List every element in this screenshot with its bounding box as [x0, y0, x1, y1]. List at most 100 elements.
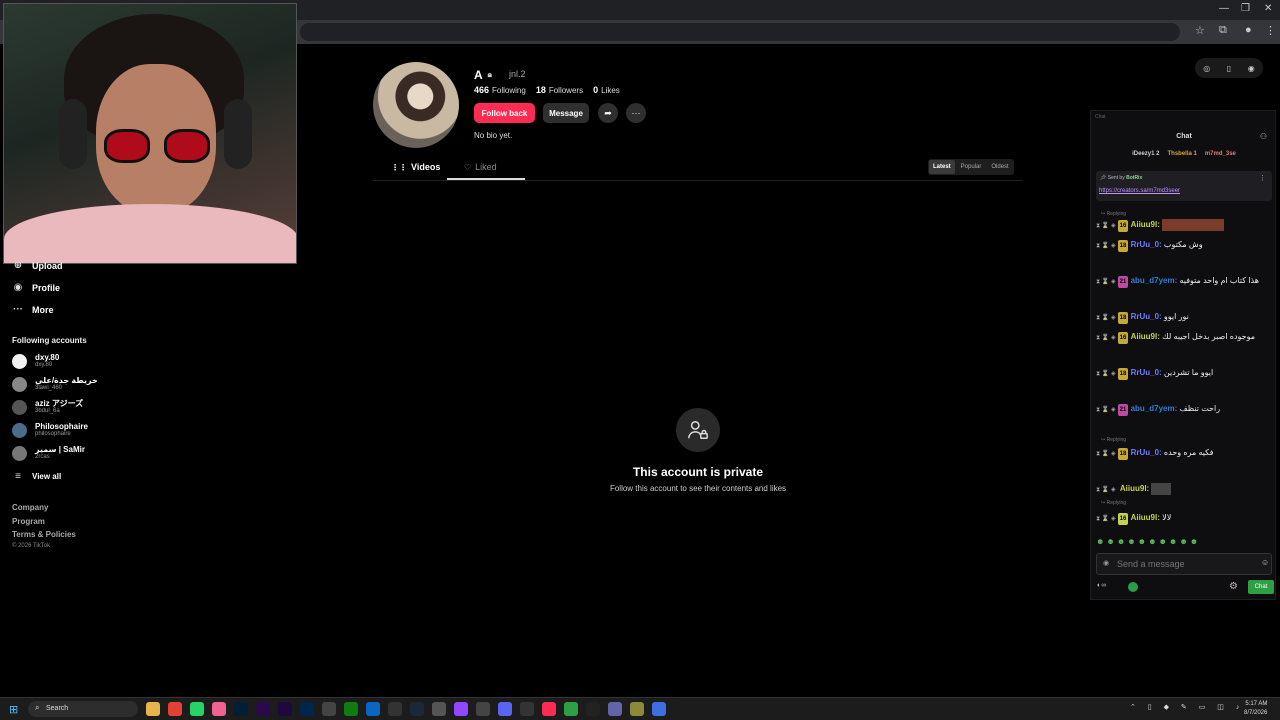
close-button[interactable]: ✕ [1264, 3, 1272, 14]
message-button[interactable]: Message [543, 103, 589, 123]
stat-following[interactable]: 466 Following [474, 85, 526, 95]
app-icon[interactable] [652, 702, 666, 716]
tab-videos[interactable]: ⋮⋮ Videos [391, 162, 440, 172]
app-icon[interactable] [630, 702, 644, 716]
twitch-icon[interactable] [454, 702, 468, 716]
following-account[interactable]: سمير | SaMir 2rcas [12, 445, 85, 461]
compass-icon[interactable]: ◎ [1203, 64, 1210, 73]
account-name: dxy.80 [35, 353, 60, 362]
more-options-button[interactable]: ··· [626, 103, 646, 123]
gifter[interactable]: m7md_3se [1205, 151, 1236, 165]
tab-liked[interactable]: ♡ Liked [464, 162, 497, 172]
footer-terms[interactable]: Terms & Policies [12, 530, 76, 539]
system-tray-icons[interactable]: ⌃ ▯ ◆ ✎ ▭ ◫ ♪ [1130, 703, 1244, 711]
footer-company[interactable]: Company [12, 503, 48, 512]
app-icon[interactable] [564, 702, 578, 716]
tiktok-icon[interactable] [542, 702, 556, 716]
chat-message[interactable]: ⧗ ⌛ ◈ 18 RrUu_0: فكيه مره وحده [1096, 447, 1274, 460]
app-icon[interactable] [388, 702, 402, 716]
steam-icon[interactable] [410, 702, 424, 716]
minimize-button[interactable]: — [1219, 3, 1229, 14]
glasses-right [164, 129, 210, 163]
app-icon[interactable] [520, 702, 534, 716]
chat-input[interactable] [1096, 553, 1272, 575]
chat-send-button[interactable]: Chat [1248, 580, 1274, 594]
device-icon[interactable]: ▯ [1227, 64, 1231, 73]
kebab-menu-icon[interactable]: ⋮ [1265, 24, 1276, 37]
view-all-link[interactable]: ≡ View all [12, 471, 61, 482]
sort-latest[interactable]: Latest [929, 160, 955, 174]
audition-icon[interactable] [300, 702, 314, 716]
following-account[interactable]: خريطة جدة/علي 3lawi_460 [12, 376, 98, 392]
user-list-icon[interactable]: ⚇ [1260, 132, 1267, 141]
gifter[interactable]: Thsbella 1 [1167, 151, 1196, 165]
chat-message[interactable]: ⧗ ⌛ ◈ 18 RrUu_0: نور ايوو [1096, 311, 1274, 324]
app-icon[interactable] [366, 702, 380, 716]
stat-followers[interactable]: 18 Followers [536, 85, 583, 95]
display-name-text: A [474, 68, 483, 82]
profile-avatar[interactable] [373, 62, 459, 148]
emote-picker-icon[interactable]: ☺ [1261, 558, 1269, 567]
following-account[interactable]: Philosophaire philosophaire [12, 422, 88, 438]
chrome-icon[interactable] [168, 702, 182, 716]
user-avatar-icon[interactable]: ◉ [1248, 64, 1255, 73]
avatar [12, 422, 27, 438]
profile-icon[interactable]: ● [1245, 24, 1252, 36]
reply-hint: ↪ Replying [1101, 437, 1127, 443]
premiere-icon[interactable] [256, 702, 270, 716]
top-gifters: iDeezy1 2 Thsbella 1 m7md_3se [1091, 151, 1277, 165]
file-explorer-icon[interactable] [146, 702, 160, 716]
taskbar-clock[interactable]: 5:17 AM 8/7/2026 [1244, 700, 1267, 718]
sort-oldest[interactable]: Oldest [987, 160, 1012, 174]
sidebar-item-upload[interactable]: ⊕ Upload [12, 260, 63, 271]
profile-stats: 466 Following 18 Followers 0 Likes [474, 85, 620, 95]
gear-icon[interactable]: ⚙ [1229, 581, 1238, 592]
following-account[interactable]: aziz アジーズ 3bdul_6a [12, 399, 83, 415]
extension-icon[interactable]: ⧉ [1219, 24, 1227, 37]
app-icon[interactable] [608, 702, 622, 716]
chat-message[interactable]: ⧗ ⌛ ◈ 18 RrUu_0: وش مكتوب [1096, 239, 1274, 252]
chat-message[interactable]: ⧗ ⌛ ◈ 21 abu_d7yem: هذا كتاب ام واحد متوف… [1096, 275, 1274, 288]
account-handle: 3lawi_460 [35, 385, 63, 391]
share-button[interactable]: ➦ [598, 103, 618, 123]
xbox-icon[interactable] [344, 702, 358, 716]
chat-message[interactable]: ⧗ ⌛ ◈ 16 Aiiuu9l: موجوده اصبر بدخل اجيبه … [1096, 331, 1274, 344]
chat-message[interactable]: ⧗ ⌛ ◈ 21 abu_d7yem: راحت تنظف [1096, 403, 1274, 416]
taskbar-search[interactable]: Search [28, 701, 138, 717]
discord-icon[interactable] [498, 702, 512, 716]
whatsapp-icon[interactable] [190, 702, 204, 716]
sidebar-item-profile[interactable]: ◉ Profile [12, 282, 60, 293]
pinned-link[interactable]: https://creators.sa/m7md3seer [1099, 188, 1180, 194]
clock-date: 8/7/2026 [1244, 710, 1268, 716]
reply-hint: ↪ Replying [1101, 500, 1127, 506]
windows-start-icon[interactable]: ⊞ [9, 703, 18, 716]
avatar [12, 353, 27, 369]
app-icon[interactable] [212, 702, 226, 716]
sort-popular[interactable]: Popular [957, 160, 986, 174]
emote-bar[interactable]: ☻☻☻☻☻☻☻☻☻☻ [1096, 537, 1200, 546]
sidebar-item-label: More [32, 304, 54, 315]
star-icon[interactable]: ☆ [1195, 24, 1205, 37]
after-effects-icon[interactable] [278, 702, 292, 716]
chat-message[interactable]: ⧗ ⌛ ◈ 18 RrUu_0: ايوو ما تشردين [1096, 367, 1274, 380]
gifter[interactable]: iDeezy1 2 [1132, 151, 1159, 165]
url-field[interactable] [300, 23, 1180, 41]
app-icon[interactable] [432, 702, 446, 716]
heart-icon: ♡ [464, 162, 472, 172]
channel-points-icon[interactable]: ◐∞ [1097, 582, 1106, 589]
photoshop-icon[interactable] [234, 702, 248, 716]
follow-back-button[interactable]: Follow back [474, 103, 535, 123]
bits-icon[interactable] [1128, 582, 1138, 592]
app-icon[interactable] [322, 702, 336, 716]
restore-button[interactable]: ❐ [1241, 3, 1250, 14]
sidebar-item-more[interactable]: ··· More [12, 304, 54, 315]
app-icon[interactable] [476, 702, 490, 716]
chat-message[interactable]: ⧗ ⌛ ◈ 16 Aiiuu9l: [1096, 219, 1274, 233]
chat-message[interactable]: ⧗ ⌛ ◈ 16 Aiiuu9l: لالا [1096, 512, 1274, 525]
chat-settings-small-icon[interactable]: ◉ [1103, 559, 1109, 567]
chat-message[interactable]: ⧗ ⌛ ◈ Aiiuu9l: [1096, 483, 1274, 496]
app-icon[interactable] [586, 702, 600, 716]
following-account[interactable]: dxy.80 dxy.80 [12, 353, 59, 369]
footer-program[interactable]: Program [12, 517, 45, 526]
pin-action-icon[interactable]: ⋮ [1259, 174, 1266, 182]
